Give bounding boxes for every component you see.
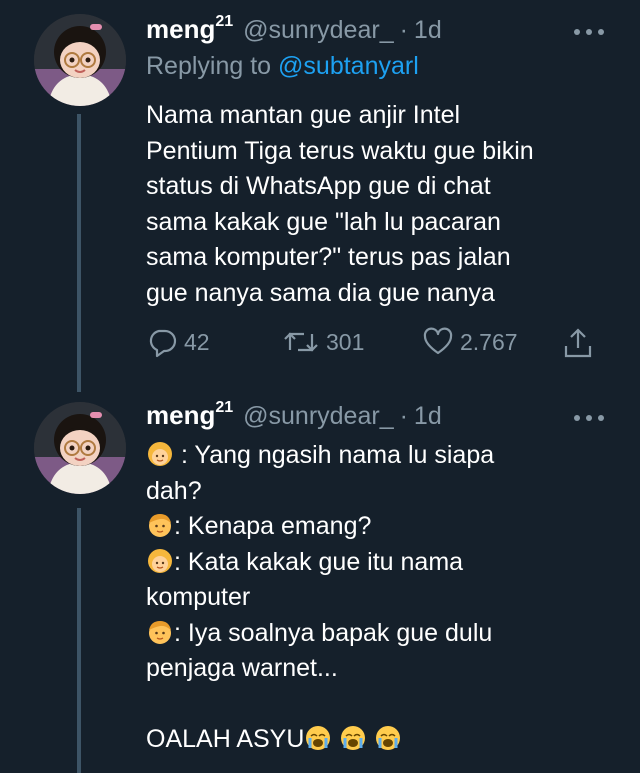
share-icon xyxy=(564,328,592,358)
crying-emoji xyxy=(341,726,366,750)
tweet-time[interactable]: 1d xyxy=(414,402,442,431)
avatar-image xyxy=(34,14,126,106)
author-handle[interactable]: @sunrydear_ xyxy=(243,16,393,45)
tweet-actions: 42 301 2.767 xyxy=(146,326,596,362)
dialogue-line: : Kata kakak gue itu nama xyxy=(146,545,606,581)
author-handle[interactable]: @sunrydear_ xyxy=(243,402,393,431)
dialogue-line: : Kenapa emang? xyxy=(146,509,606,545)
reply-icon xyxy=(149,329,177,358)
dialogue-line: OALAH ASYU xyxy=(146,722,606,758)
tweet-time[interactable]: 1d xyxy=(414,16,442,45)
thread-line xyxy=(77,114,81,388)
woman-emoji xyxy=(148,548,172,573)
author-name[interactable]: meng21 xyxy=(146,13,233,45)
avatar[interactable] xyxy=(34,402,126,494)
crying-emoji xyxy=(376,726,401,750)
tweet-header: meng21 @sunrydear_ · 1d xyxy=(146,13,442,50)
retweet-count: 301 xyxy=(326,328,365,355)
avatar-image xyxy=(34,402,126,494)
dialogue-line: : Iya soalnya bapak gue dulu xyxy=(146,616,606,652)
like-button[interactable]: 2.767 xyxy=(422,326,518,358)
thread-line-top xyxy=(77,388,81,392)
tweet-2[interactable]: meng21 @sunrydear_ · 1d : Yang ngasih na… xyxy=(0,388,640,773)
tweet-1[interactable]: meng21 @sunrydear_ · 1d Replying to @sub… xyxy=(0,0,640,388)
retweet-icon xyxy=(284,332,318,352)
more-icon[interactable] xyxy=(574,413,604,423)
share-button[interactable] xyxy=(562,326,594,360)
avatar[interactable] xyxy=(34,14,126,106)
more-icon[interactable] xyxy=(574,27,604,37)
like-count: 2.767 xyxy=(460,328,518,355)
replying-to: Replying to @subtanyarl xyxy=(146,52,419,80)
tweet-header: meng21 @sunrydear_ · 1d xyxy=(146,399,442,436)
tweet-text: : Yang ngasih nama lu siapa dah? : Kenap… xyxy=(146,438,606,758)
tweet-text: Nama mantan gue anjir Intel Pentium Tiga… xyxy=(146,101,534,307)
reply-count: 42 xyxy=(184,328,210,355)
boy-emoji xyxy=(149,514,171,537)
reply-button[interactable]: 42 xyxy=(146,326,210,358)
thread-line xyxy=(77,508,81,773)
crying-emoji xyxy=(306,726,331,750)
separator-dot: · xyxy=(399,402,408,430)
like-icon xyxy=(423,327,453,355)
dialogue-line: : Yang ngasih nama lu siapa xyxy=(146,438,606,474)
separator-dot: · xyxy=(399,16,408,44)
boy-emoji xyxy=(149,620,171,644)
woman-emoji xyxy=(148,442,172,466)
retweet-button[interactable]: 301 xyxy=(282,326,364,358)
author-name[interactable]: meng21 xyxy=(146,399,233,431)
mention-link[interactable]: @subtanyarl xyxy=(278,52,419,80)
